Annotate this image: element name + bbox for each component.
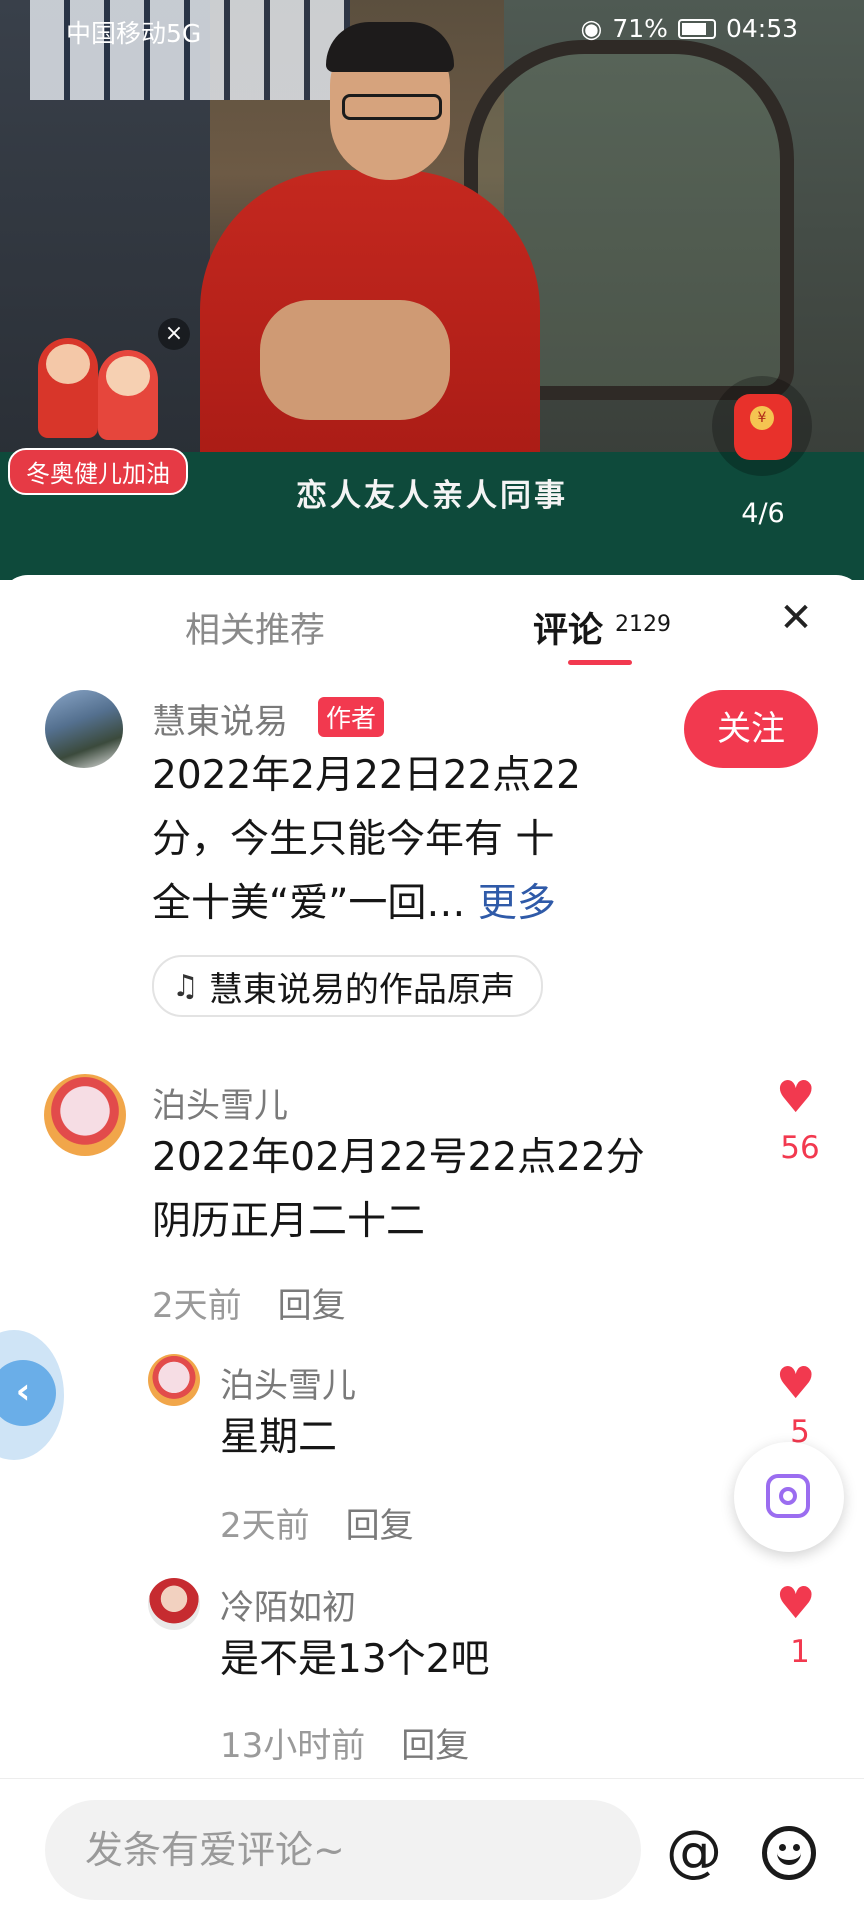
close-icon[interactable]: × [158, 318, 190, 350]
commenter-avatar[interactable] [148, 1354, 200, 1406]
reply-button[interactable]: 回复 [346, 1506, 414, 1546]
video-player[interactable]: 恋人友人亲人同事 × 冬奥健儿加油 ¥ 4/6 中国移动5G ◉ 71% 04:… [0, 0, 864, 580]
heart-icon[interactable]: ♥ [776, 1578, 815, 1629]
clock: 04:53 [725, 14, 798, 43]
reply-button[interactable]: 回复 [278, 1286, 346, 1326]
comment-text: 阴历正月二十二 [152, 1199, 426, 1244]
comments-count: 2129 [615, 612, 671, 637]
author-avatar[interactable] [45, 690, 123, 768]
commenter-avatar[interactable] [148, 1578, 200, 1630]
author-post-line-last: 全十美“爱”一回… 更多 [152, 872, 556, 936]
comment-meta: 2天前 回复 [152, 1278, 346, 1327]
comment-time: 2天前 [152, 1286, 242, 1326]
follow-button[interactable]: 关注 [684, 690, 818, 768]
battery-icon [677, 18, 716, 39]
commenter-name[interactable]: 泊头雪儿 [220, 1358, 356, 1407]
author-badge: 作者 [318, 697, 385, 737]
author-post-text: 全十美“爱”一回… [152, 881, 466, 926]
author-post-line: 2022年2月22日22点22 [152, 753, 581, 798]
comment-time: 13小时前 [220, 1726, 366, 1766]
commenter-name[interactable]: 泊头雪儿 [152, 1078, 288, 1127]
reply-button[interactable]: 回复 [401, 1726, 469, 1766]
heart-icon[interactable]: ♥ [776, 1358, 815, 1409]
music-pill[interactable]: ♫ 慧東说易的作品原声 [152, 955, 543, 1017]
scan-button[interactable] [734, 1442, 844, 1552]
heart-icon[interactable]: ♥ [776, 1072, 815, 1123]
mascot-figure [98, 350, 158, 440]
comment-input[interactable]: 发条有爱评论~ [45, 1800, 641, 1900]
music-title: 慧東说易的作品原声 [208, 969, 515, 1010]
promo-mascots[interactable] [18, 330, 168, 450]
battery-percent: 71% [612, 14, 668, 43]
commenter-name[interactable]: 冷陌如初 [220, 1580, 356, 1629]
red-packet-count: 4/6 [741, 498, 785, 529]
more-link[interactable]: 更多 [478, 881, 556, 926]
comment-meta: 13小时前 回复 [220, 1718, 469, 1767]
comment-text: 2022年02月22号22点22分 [152, 1135, 645, 1180]
music-note-icon: ♫ [172, 968, 199, 1004]
like-count: 56 [780, 1130, 820, 1166]
divider [0, 1778, 864, 1779]
like-count: 1 [790, 1634, 810, 1670]
chevron-left-icon: ‹ [0, 1360, 56, 1426]
comment-text: 是不是13个2吧 [220, 1637, 490, 1682]
tab-indicator [568, 660, 632, 665]
comment-time: 2天前 [220, 1506, 310, 1546]
commenter-avatar[interactable] [44, 1074, 126, 1156]
presenter-hands [260, 300, 450, 420]
emoji-icon[interactable] [762, 1826, 816, 1880]
carrier-text: 中国移动5G [66, 19, 202, 48]
mascot-figure [38, 338, 98, 438]
tab-comments[interactable]: 评论 [533, 602, 603, 653]
eye-icon: ◉ [580, 14, 603, 43]
tab-related[interactable]: 相关推荐 [185, 602, 325, 653]
author-post-line: 分，今生只能今年有 十 [152, 817, 555, 862]
status-bar: 中国移动5G ◉ 71% 04:53 [0, 0, 864, 58]
comment-meta: 2天前 回复 [220, 1498, 414, 1547]
presenter-glasses [342, 94, 442, 120]
comment-text: 星期二 [220, 1415, 338, 1460]
close-panel-icon[interactable]: ✕ [776, 598, 816, 638]
red-packet-icon[interactable]: ¥ [712, 376, 812, 476]
promo-label[interactable]: 冬奥健儿加油 [8, 448, 188, 495]
at-mention-icon[interactable]: @ [664, 1822, 724, 1882]
author-name[interactable]: 慧東说易 [152, 694, 288, 743]
